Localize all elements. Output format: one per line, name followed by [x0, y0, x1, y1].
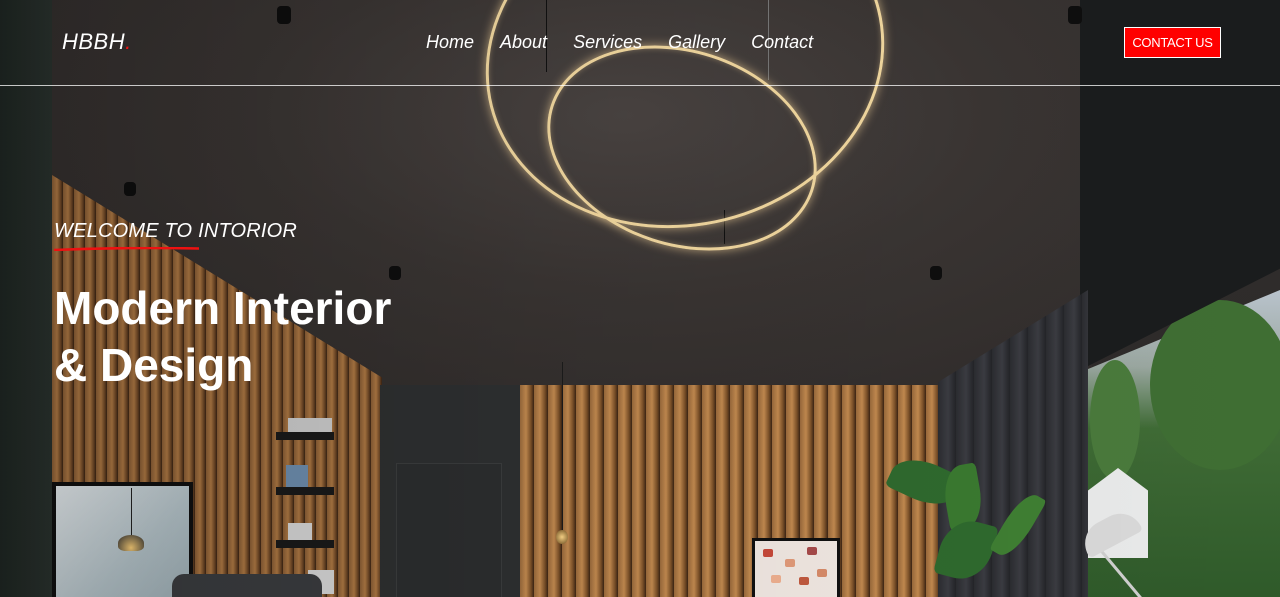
- hero-headline: Modern Interior & Design: [54, 280, 391, 394]
- headline-line-1: Modern Interior: [54, 282, 392, 334]
- brand-logo[interactable]: HBBH.: [62, 29, 132, 55]
- contact-us-button[interactable]: CONTACT US: [1124, 27, 1221, 58]
- eyebrow-underline: [54, 247, 199, 251]
- headline-line-2: & Design: [54, 339, 254, 391]
- nav-home[interactable]: Home: [426, 32, 474, 53]
- hero-eyebrow: WELCOME TO INTORIOR: [54, 220, 298, 242]
- brand-name: HBBH: [62, 29, 126, 54]
- nav-about[interactable]: About: [500, 32, 547, 53]
- brand-dot: .: [125, 29, 132, 54]
- navbar: HBBH. Home About Services Gallery Contac…: [0, 0, 1280, 86]
- nav-services[interactable]: Services: [573, 32, 642, 53]
- main-nav: Home About Services Gallery Contact: [426, 32, 813, 53]
- nav-contact[interactable]: Contact: [751, 32, 813, 53]
- nav-gallery[interactable]: Gallery: [668, 32, 725, 53]
